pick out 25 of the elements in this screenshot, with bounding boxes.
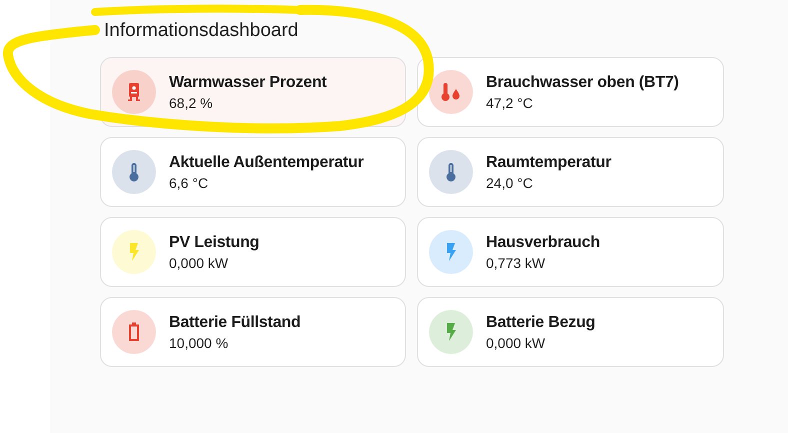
tile-name: Hausverbrauch bbox=[486, 234, 600, 252]
section-title: Informationsdashboard bbox=[104, 20, 300, 42]
tile-name: Raumtemperatur bbox=[486, 154, 612, 172]
tile-value: 0,000 kW bbox=[486, 334, 546, 350]
sensor-tile[interactable]: Hausverbrauch 0,773 kW bbox=[417, 217, 724, 287]
sensor-tile[interactable]: Raumtemperatur 24,0 °C bbox=[417, 137, 724, 207]
tile-name: Batterie Bezug bbox=[486, 314, 596, 332]
tile-value: 0,773 kW bbox=[486, 254, 546, 270]
tile-name: Batterie Füllstand bbox=[169, 314, 301, 332]
sensor-tile[interactable]: Batterie Bezug 0,000 kW bbox=[417, 297, 724, 367]
sensor-tile[interactable]: Warmwasser Prozent 68,2 % bbox=[100, 57, 406, 127]
tile-name: Brauchwasser oben (BT7) bbox=[486, 74, 679, 92]
tile-name: Warmwasser Prozent bbox=[169, 74, 327, 92]
sensor-tile[interactable]: PV Leistung 0,000 kW bbox=[100, 217, 406, 287]
tile-value: 24,0 °C bbox=[486, 174, 534, 190]
tile-name: PV Leistung bbox=[169, 234, 260, 252]
tile-value: 0,000 kW bbox=[169, 254, 230, 270]
tile-value: 68,2 % bbox=[169, 94, 214, 110]
sensor-tile[interactable]: Batterie Füllstand 10,000 % bbox=[100, 297, 406, 367]
tile-name: Aktuelle Außentemperatur bbox=[169, 154, 364, 172]
sensor-tile[interactable]: Aktuelle Außentemperatur 6,6 °C bbox=[100, 137, 406, 207]
tile-value: 6,6 °C bbox=[169, 174, 210, 190]
tile-value: 10,000 % bbox=[169, 334, 230, 350]
sensor-tile[interactable]: Brauchwasser oben (BT7) 47,2 °C bbox=[417, 57, 724, 127]
tile-value: 47,2 °C bbox=[486, 94, 534, 110]
